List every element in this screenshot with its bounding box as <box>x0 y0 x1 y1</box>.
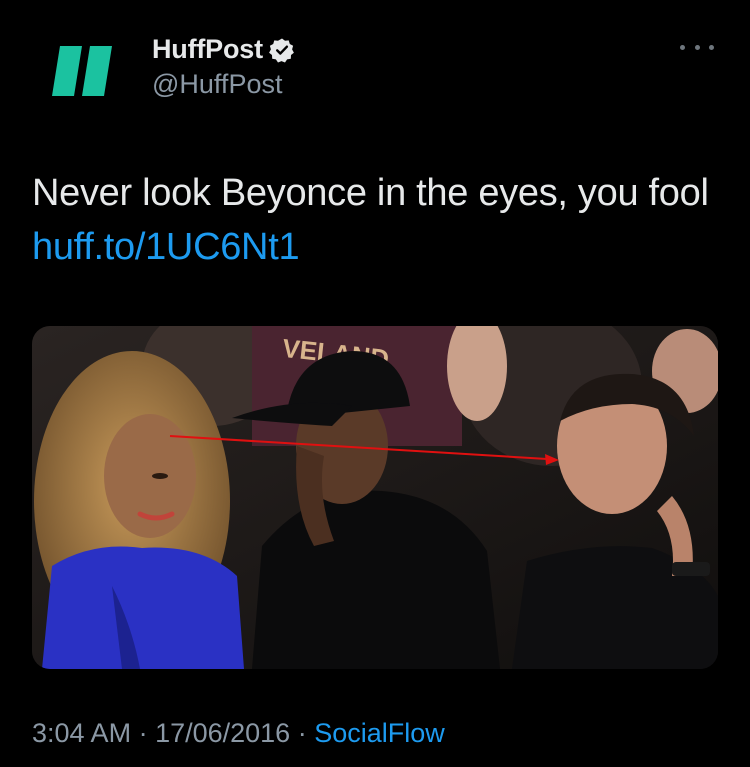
author-identity[interactable]: HuffPost @HuffPost <box>152 34 295 100</box>
tweet-time[interactable]: 3:04 AM <box>32 718 131 748</box>
huffpost-logo-icon[interactable] <box>50 38 114 102</box>
more-options-icon[interactable] <box>680 40 714 54</box>
tweet-photo[interactable]: VELAND <box>32 326 718 669</box>
tweet-meta: 3:04 AM · 17/06/2016 · SocialFlow <box>32 718 445 749</box>
tweet: HuffPost @HuffPost Never look Beyonce in… <box>0 0 750 767</box>
tweet-date[interactable]: 17/06/2016 <box>155 718 290 748</box>
tweet-body: Never look Beyonce in the eyes, you fool <box>32 172 709 214</box>
meta-separator: · <box>131 718 156 748</box>
tweet-link[interactable]: huff.to/1UC6Nt1 <box>32 226 300 268</box>
handle[interactable]: @HuffPost <box>152 69 295 100</box>
meta-separator: · <box>290 718 315 748</box>
tweet-text: Never look Beyonce in the eyes, you fool… <box>32 166 722 274</box>
display-name[interactable]: HuffPost <box>152 34 263 65</box>
tweet-source-link[interactable]: SocialFlow <box>314 718 445 748</box>
verified-badge-icon <box>268 37 295 63</box>
name-row: HuffPost <box>152 34 295 65</box>
